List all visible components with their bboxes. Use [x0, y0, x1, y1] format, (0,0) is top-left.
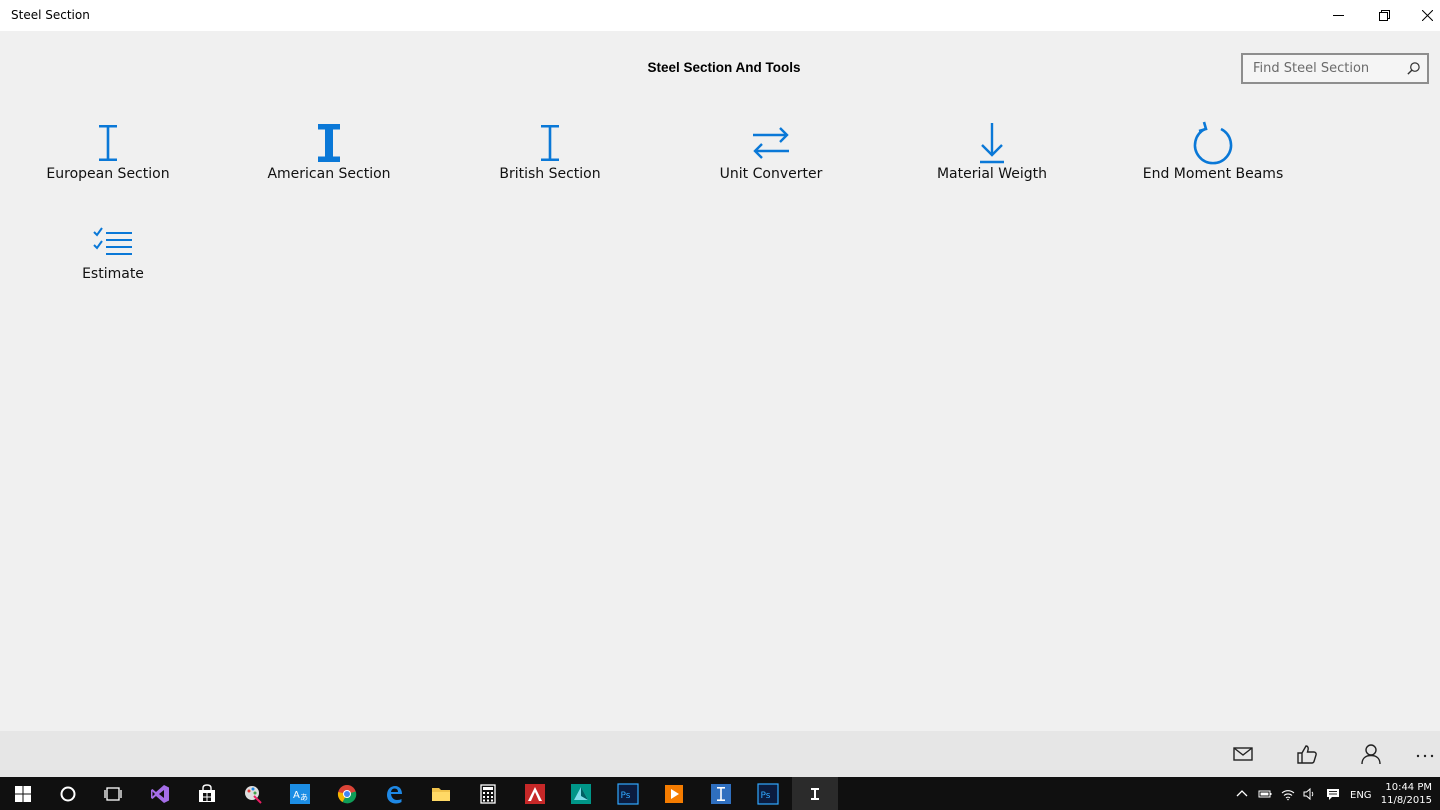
restore-icon	[1378, 10, 1390, 21]
search-input[interactable]	[1243, 55, 1403, 82]
taskbar-3d-app[interactable]	[558, 777, 604, 810]
start-button[interactable]	[0, 777, 46, 810]
clock-time: 10:44 PM	[1385, 782, 1432, 793]
taskbar-media-player[interactable]	[651, 777, 697, 810]
taskbar-translator[interactable]: Aあ	[277, 777, 323, 810]
task-view-button[interactable]	[90, 777, 136, 810]
window-title: Steel Section	[11, 8, 90, 22]
taskbar-file-explorer[interactable]	[418, 777, 464, 810]
title-bar: Steel Section	[0, 0, 1440, 31]
refresh-icon	[1191, 121, 1235, 165]
chrome-icon	[337, 784, 357, 803]
command-bar	[0, 731, 1440, 777]
arrow-down-icon	[970, 121, 1014, 165]
page-title: Steel Section And Tools	[647, 60, 801, 75]
search-icon[interactable]	[1406, 61, 1421, 76]
close-button[interactable]	[1404, 0, 1440, 31]
tile-label: American Section	[267, 166, 391, 182]
autodesk-3d-icon	[571, 783, 591, 804]
tile-label: Unit Converter	[719, 166, 823, 182]
taskbar-steel-section-active[interactable]	[792, 777, 838, 810]
taskbar-photoshop-1[interactable]: Ps	[605, 777, 651, 810]
taskbar-photoshop-2[interactable]: Ps	[745, 777, 791, 810]
mail-icon	[1233, 747, 1253, 761]
like-button[interactable]	[1283, 731, 1331, 777]
windows-logo-icon	[15, 785, 31, 802]
tile-american-section[interactable]: American Section	[229, 121, 429, 191]
svg-text:Ps: Ps	[621, 791, 631, 801]
photoshop-icon: Ps	[757, 782, 779, 805]
i-beam-bold-icon	[307, 121, 351, 165]
account-button[interactable]	[1347, 731, 1395, 777]
thumbs-up-icon	[1297, 745, 1317, 764]
calculator-icon	[480, 783, 496, 804]
svg-text:A: A	[293, 790, 300, 801]
i-beam-app-icon	[811, 787, 819, 800]
more-button[interactable]	[1401, 731, 1440, 777]
cortana-button[interactable]	[45, 777, 91, 810]
tile-label: End Moment Beams	[1142, 166, 1284, 182]
speaker-icon	[1303, 787, 1314, 800]
tray-wifi[interactable]	[1278, 777, 1298, 810]
taskbar-steel-section-alt[interactable]	[698, 777, 744, 810]
autocad-icon	[525, 783, 545, 804]
i-beam-thin-icon	[86, 121, 130, 165]
tile-label: European Section	[46, 166, 170, 182]
tile-label: Material Weigth	[936, 166, 1048, 182]
tray-action-center[interactable]	[1323, 777, 1343, 810]
clock[interactable]: 10:44 PM 11/8/2015	[1381, 781, 1432, 807]
taskbar-paint-app[interactable]	[230, 777, 276, 810]
tile-british-section[interactable]: British Section	[450, 121, 650, 191]
checklist-icon	[91, 221, 135, 265]
cortana-circle-icon	[60, 786, 76, 801]
taskbar-edge[interactable]	[371, 777, 417, 810]
minimize-icon	[1332, 15, 1344, 16]
swap-arrows-icon	[749, 121, 793, 165]
edge-icon	[387, 785, 402, 803]
taskbar-visual-studio[interactable]	[137, 777, 183, 810]
svg-text:Ps: Ps	[761, 791, 771, 801]
task-view-icon	[104, 786, 122, 801]
close-icon	[1421, 10, 1433, 21]
more-icon	[1416, 754, 1434, 758]
paint-palette-icon	[245, 785, 262, 804]
tray-battery[interactable]	[1255, 777, 1275, 810]
tile-material-weight[interactable]: Material Weigth	[892, 121, 1092, 191]
folder-icon	[432, 787, 450, 801]
search-box[interactable]	[1241, 53, 1429, 84]
restore-button[interactable]	[1361, 0, 1407, 31]
i-beam-thin-icon	[528, 121, 572, 165]
visual-studio-icon	[151, 784, 169, 803]
taskbar-autocad[interactable]	[512, 777, 558, 810]
tile-european-section[interactable]: European Section	[8, 121, 208, 191]
tile-end-moment-beams[interactable]: End Moment Beams	[1113, 121, 1313, 191]
media-player-icon	[665, 784, 683, 803]
photoshop-icon: Ps	[617, 782, 639, 805]
battery-icon	[1258, 790, 1272, 797]
mail-button[interactable]	[1219, 731, 1267, 777]
store-bag-icon	[199, 783, 215, 802]
taskbar-store[interactable]	[184, 777, 230, 810]
notification-icon	[1327, 788, 1339, 800]
wifi-icon	[1281, 789, 1295, 800]
svg-text:あ: あ	[300, 793, 308, 802]
taskbar: Aあ Ps Ps ENG 10:44 PM 11/8/2015	[0, 777, 1440, 810]
tray-volume[interactable]	[1299, 777, 1319, 810]
person-icon	[1361, 744, 1381, 765]
taskbar-calculator[interactable]	[465, 777, 511, 810]
tile-unit-converter[interactable]: Unit Converter	[671, 121, 871, 191]
tray-overflow-button[interactable]	[1232, 777, 1252, 810]
tile-estimate[interactable]: Estimate	[13, 221, 213, 291]
tile-label: British Section	[499, 166, 601, 182]
taskbar-chrome[interactable]	[324, 777, 370, 810]
app-content: Steel Section And Tools European Section…	[0, 31, 1440, 731]
chevron-up-icon	[1236, 789, 1248, 796]
tile-label: Estimate	[82, 266, 144, 282]
language-indicator[interactable]: ENG	[1350, 790, 1372, 801]
minimize-button[interactable]	[1315, 0, 1361, 31]
clock-date: 11/8/2015	[1380, 795, 1432, 806]
translator-icon: Aあ	[290, 783, 310, 804]
i-beam-app-icon	[711, 783, 731, 804]
